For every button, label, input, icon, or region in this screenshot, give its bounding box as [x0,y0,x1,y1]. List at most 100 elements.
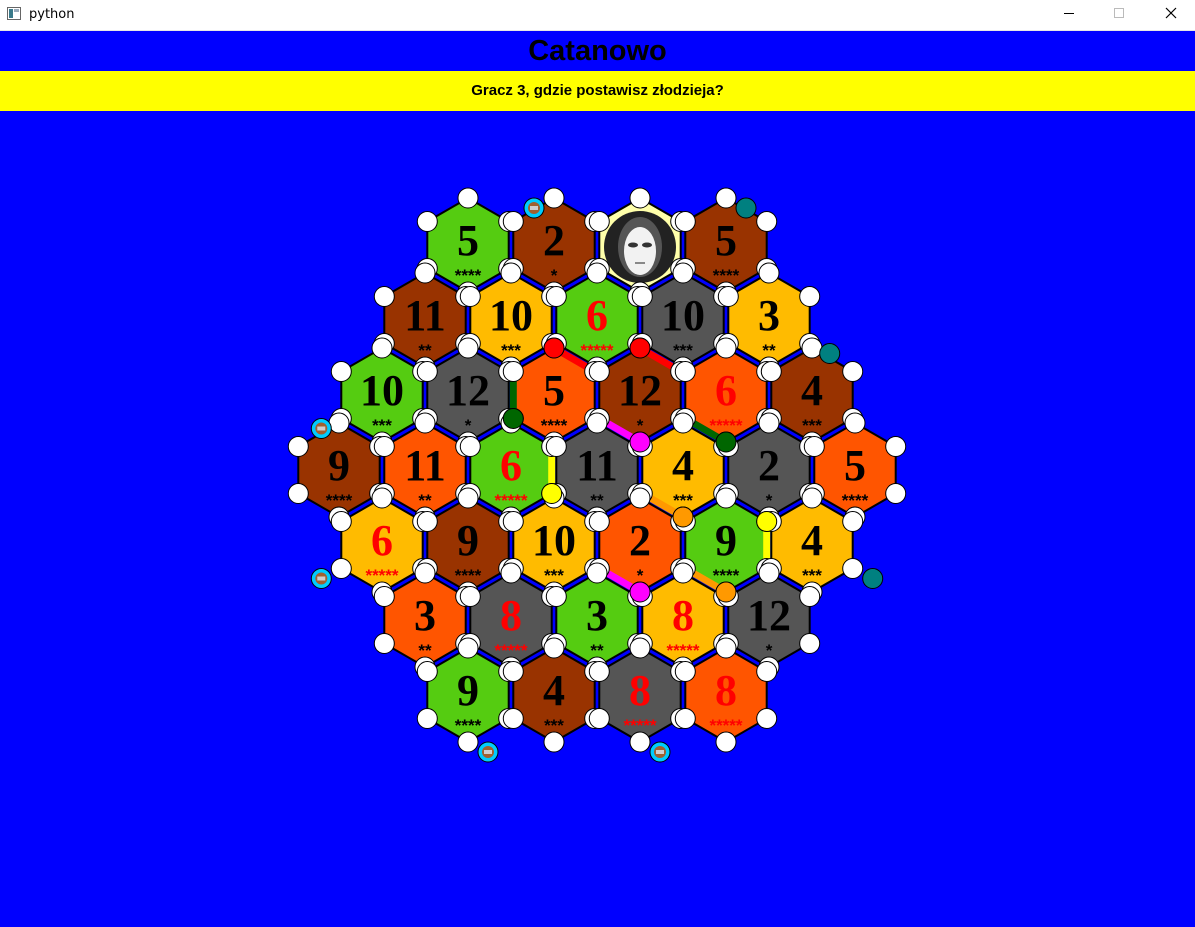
settlement-8[interactable] [629,581,651,603]
hex-tile-4-2[interactable]: 10*** [512,496,596,594]
intersection-180[interactable] [586,562,608,584]
intersection-17[interactable] [588,211,610,232]
intersection-173[interactable] [373,586,395,607]
intersection-215[interactable] [588,661,610,682]
intersection-83[interactable] [674,361,696,382]
hex-tile-3-1[interactable]: 11** [383,421,467,519]
hex-tile-4-0[interactable]: 6***** [340,496,424,594]
intersection-207[interactable] [543,731,565,753]
intersection-128[interactable] [885,483,907,504]
intersection-11[interactable] [502,211,524,232]
intersection-90[interactable] [328,412,350,434]
intersection-194[interactable] [799,633,821,654]
intersection-143[interactable] [416,511,438,532]
hex-tile-2-1[interactable]: 12* [426,346,510,444]
intersection-5[interactable] [416,211,438,232]
intersection-6[interactable] [543,187,565,209]
intersection-94[interactable] [287,483,309,504]
intersection-126[interactable] [844,412,866,434]
intersection-193[interactable] [799,586,821,607]
intersection-101[interactable] [373,436,395,457]
intersection-41[interactable] [545,286,567,307]
intersection-209[interactable] [502,661,524,682]
hex-tile-3-2[interactable]: 6***** [469,421,553,519]
intersection-150[interactable] [629,487,651,509]
settlement-5[interactable] [541,483,563,504]
intersection-198[interactable] [457,637,479,659]
intersection-179[interactable] [459,586,481,607]
hex-tile-1-1[interactable]: 10*** [469,271,553,369]
settlement-4[interactable] [715,431,737,453]
intersection-202[interactable] [416,708,438,729]
intersection-131[interactable] [803,436,825,457]
intersection-96[interactable] [414,412,436,434]
hex-tile-3-5[interactable]: 2* [727,421,811,519]
intersection-127[interactable] [885,436,907,457]
intersection-185[interactable] [545,586,567,607]
intersection-18[interactable] [715,187,737,209]
intersection-30[interactable] [500,262,522,284]
intersection-203[interactable] [416,661,438,682]
intersection-35[interactable] [459,286,481,307]
settlement-7[interactable] [756,511,778,532]
intersection-47[interactable] [631,286,653,307]
intersection-156[interactable] [715,487,737,509]
intersection-77[interactable] [588,361,610,382]
intersection-186[interactable] [672,562,694,584]
hex-tile-1-0[interactable]: 11** [383,271,467,369]
intersection-137[interactable] [330,511,352,532]
hex-tile-2-5[interactable]: 4*** [770,346,854,444]
intersection-204[interactable] [543,637,565,659]
intersection-192[interactable] [758,562,780,584]
intersection-213[interactable] [629,731,651,753]
hex-tile-2-0[interactable]: 10*** [340,346,424,444]
intersection-219[interactable] [715,731,737,753]
hex-tile-4-1[interactable]: 9**** [426,496,510,594]
intersection-71[interactable] [502,361,524,382]
intersection-49[interactable] [799,286,821,307]
settlement-3[interactable] [629,431,651,453]
intersection-120[interactable] [758,412,780,434]
intersection-53[interactable] [717,286,739,307]
hex-tile-5-0[interactable]: 3** [383,571,467,669]
settlement-0[interactable] [543,337,565,359]
intersection-60[interactable] [457,337,479,359]
intersection-54[interactable] [371,337,393,359]
intersection-29[interactable] [373,286,395,307]
intersection-174[interactable] [500,562,522,584]
intersection-19[interactable] [756,211,778,232]
hex-tile-6-2[interactable]: 8***** [598,646,682,744]
intersection-163[interactable] [842,511,864,532]
intersection-23[interactable] [674,211,696,232]
intersection-214[interactable] [588,708,610,729]
intersection-217[interactable] [756,661,778,682]
intersection-201[interactable] [457,731,479,753]
settlement-6[interactable] [672,506,694,528]
intersection-89[interactable] [760,361,782,382]
intersection-162[interactable] [801,487,823,509]
hex-tile-1-4[interactable]: 3** [727,271,811,369]
intersection-108[interactable] [586,412,608,434]
hex-tile-5-4[interactable]: 12* [727,571,811,669]
intersection-208[interactable] [502,708,524,729]
intersection-24[interactable] [414,262,436,284]
intersection-42[interactable] [672,262,694,284]
intersection-85[interactable] [842,361,864,382]
intersection-149[interactable] [502,511,524,532]
intersection-172[interactable] [373,633,395,654]
intersection-0[interactable] [457,187,479,209]
intersection-168[interactable] [414,562,436,584]
intersection-65[interactable] [416,361,438,382]
hex-tile-3-0[interactable]: 9**** [297,421,381,519]
intersection-136[interactable] [330,558,352,579]
hex-tile-6-3[interactable]: 8***** [684,646,768,744]
intersection-48[interactable] [758,262,780,284]
intersection-114[interactable] [672,412,694,434]
intersection-220[interactable] [674,708,696,729]
hex-tile-3-6[interactable]: 5**** [813,421,897,519]
hex-tile-6-1[interactable]: 4*** [512,646,596,744]
hex-tile-6-0[interactable]: 9**** [426,646,510,744]
intersection-107[interactable] [459,436,481,457]
intersection-155[interactable] [588,511,610,532]
hex-tile-5-1[interactable]: 8***** [469,571,553,669]
